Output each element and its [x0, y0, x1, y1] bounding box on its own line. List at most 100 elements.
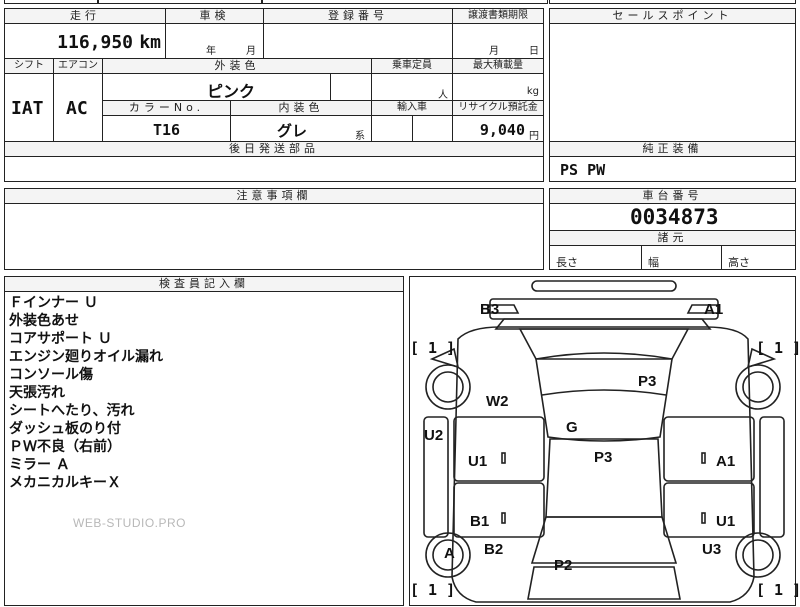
damage-label-a-wheel: A [444, 545, 455, 562]
wheel-count-bottom-right: [ 1 ] [756, 581, 800, 599]
watermark: WEB-STUDIO.PRO [73, 516, 187, 530]
damage-label-b1: B1 [470, 513, 490, 530]
inspection-cell: 年 月 [165, 23, 264, 59]
interior-color-cell: グレ 系 [230, 115, 372, 142]
inspection-header: 車検 [165, 8, 264, 24]
damage-label-u2: U2 [424, 427, 444, 444]
shift-cell: IAT [4, 73, 54, 142]
caution-header: 注意事項欄 [4, 188, 544, 204]
ac-header: エアコン [53, 58, 103, 74]
transfer-cell: 月 日 [452, 23, 544, 59]
recycle-unit: 円 [529, 131, 539, 142]
length-label: 長さ [556, 256, 578, 269]
shift-header: シフト [4, 58, 54, 74]
registration-cell [263, 23, 453, 59]
registration-header: 登録番号 [263, 8, 453, 24]
mileage-cell: 116,950 km [4, 23, 166, 59]
damage-label-p2: P2 [554, 557, 573, 574]
top-strip-mid [98, 0, 262, 4]
damage-label-a1-top: A1 [704, 301, 724, 318]
damage-label-b2: B2 [484, 541, 504, 558]
transfer-day-label: 日 [529, 46, 539, 57]
transfer-month-label: 月 [489, 46, 499, 57]
ac-value: AC [66, 98, 88, 119]
recycle-cell: 9,040 円 [452, 115, 544, 142]
damage-label-w2: W2 [486, 393, 509, 410]
damage-label-u1-right: U1 [716, 513, 736, 530]
height-cell: 高さ [721, 245, 796, 270]
import-header: 輸入車 [371, 100, 453, 116]
equipment-value: PS PW [560, 161, 606, 179]
ac-cell: AC [53, 73, 103, 142]
shift-value: IAT [11, 98, 44, 119]
exterior-color-header: 外装色 [102, 58, 372, 74]
mileage-value: 116,950 [57, 32, 133, 53]
note-line: 天張汚れ [9, 385, 65, 401]
exterior-color-extra-cell [330, 73, 372, 101]
note-line: ダッシュ板のり付 [9, 421, 121, 437]
inspection-year-label: 年 [206, 46, 216, 57]
damage-label-a1-right: A1 [716, 453, 736, 470]
width-cell: 幅 [641, 245, 722, 270]
color-no-cell: T16 [102, 115, 231, 142]
exterior-color-value: ピンク [207, 82, 256, 101]
wheel-count-bottom-left: [ 1 ] [410, 581, 456, 599]
equipment-header: 純正装備 [549, 141, 796, 157]
dims-header: 諸元 [549, 230, 796, 246]
sales-point-header: セールスポイント [549, 8, 796, 24]
max-load-header: 最大積載量 [452, 58, 544, 74]
note-line: エンジン廻りオイル漏れ [9, 349, 163, 365]
note-line: ＰＷ不良（右前） [9, 439, 121, 455]
later-parts-cell [4, 156, 544, 182]
recycle-value: 9,040 [479, 121, 525, 139]
inspector-notes-list: Ｆインナー Ｕ 外装色あせ コアサポート Ｕ エンジン廻りオイル漏れ コンソール… [9, 294, 163, 492]
car-outline-diagram [423, 280, 785, 603]
chassis-value: 0034873 [630, 205, 719, 229]
note-line: メカニカルキーＸ [9, 475, 121, 491]
import-cell-a [371, 115, 413, 142]
top-strip-far-right [549, 0, 796, 4]
transfer-header: 譲渡書類期限 [452, 8, 544, 24]
damage-label-u3: U3 [702, 541, 722, 558]
inspector-cell: Ｆインナー Ｕ 外装色あせ コアサポート Ｕ エンジン廻りオイル漏れ コンソール… [4, 291, 404, 606]
interior-color-value: グレ [277, 122, 308, 140]
note-line: ミラー Ａ [9, 457, 70, 473]
damage-label-u1-left: U1 [468, 453, 488, 470]
damage-label-b3: B3 [480, 301, 500, 318]
interior-color-header: 内装色 [230, 100, 372, 116]
sales-point-cell [549, 23, 796, 142]
top-strip-left [4, 0, 98, 4]
chassis-header: 車台番号 [549, 188, 796, 204]
top-strip-right [262, 0, 548, 4]
interior-color-suffix: 系 [355, 131, 365, 142]
note-line: Ｆインナー Ｕ [9, 295, 98, 311]
max-load-cell: kg [452, 73, 544, 101]
note-line: シートへたり、汚れ [9, 403, 135, 419]
note-line: 外装色あせ [9, 313, 79, 329]
damage-label-g: G [566, 419, 578, 436]
equipment-cell: PS PW [549, 156, 796, 182]
width-label: 幅 [648, 256, 659, 269]
note-line: コアサポート Ｕ [9, 331, 112, 347]
recycle-header: リサイクル預託金 [452, 100, 544, 116]
note-line: コンソール傷 [9, 367, 93, 383]
max-load-unit: kg [526, 86, 539, 97]
damage-label-p3-top: P3 [638, 373, 657, 390]
capacity-header: 乗車定員 [371, 58, 453, 74]
length-cell: 長さ [549, 245, 642, 270]
wheel-count-top-right: [ 1 ] [756, 339, 800, 357]
capacity-unit: 人 [438, 90, 448, 101]
mileage-header: 走行 [4, 8, 166, 24]
damage-label-p3-mid: P3 [594, 449, 613, 466]
wheel-count-top-left: [ 1 ] [410, 339, 456, 357]
inspector-header: 検査員記入欄 [4, 276, 404, 292]
caution-cell [4, 203, 544, 270]
import-cell-b [412, 115, 453, 142]
exterior-color-cell: ピンク [102, 73, 331, 101]
height-label: 高さ [728, 256, 750, 269]
chassis-cell: 0034873 [549, 203, 796, 231]
capacity-cell: 人 [371, 73, 453, 101]
later-parts-header: 後日発送部品 [4, 141, 544, 157]
color-no-value: T16 [153, 121, 181, 139]
mileage-unit: km [139, 32, 161, 53]
